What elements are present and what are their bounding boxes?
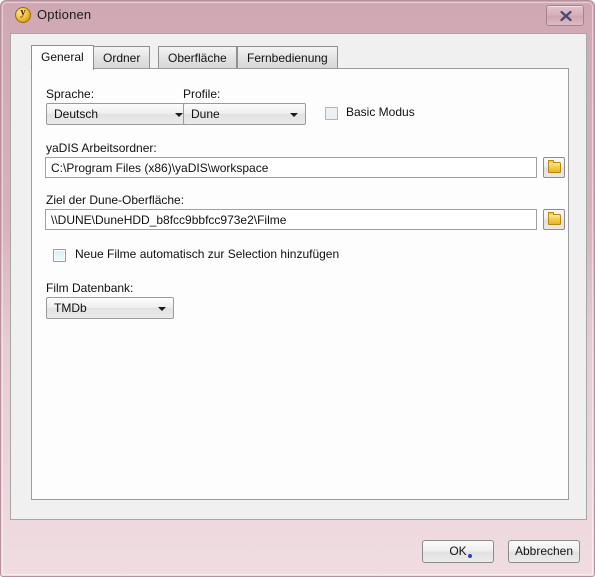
work-folder-input[interactable]: C:\Program Files (x86)\yaDIS\workspace (45, 157, 537, 178)
dune-target-label: Ziel der Dune-Oberfläche: (46, 193, 185, 207)
chevron-down-icon (175, 113, 183, 117)
app-coin-icon: y (15, 6, 31, 23)
tab-strip: General Ordner Oberfläche Fernbedienung (31, 45, 571, 70)
cancel-button[interactable]: Abbrechen (508, 540, 580, 563)
tab-oberflaeche[interactable]: Oberfläche (158, 46, 237, 69)
basic-mode-checkbox[interactable] (325, 107, 338, 120)
work-folder-browse-button[interactable] (543, 157, 565, 178)
chevron-down-icon (158, 307, 166, 311)
window-title: Optionen (37, 7, 92, 22)
mouse-cursor-dot (468, 554, 472, 558)
movie-db-label: Film Datenbank: (46, 281, 134, 295)
language-label: Sprache: (46, 87, 95, 101)
chevron-down-icon (290, 113, 298, 117)
ok-button-label: OK (449, 544, 467, 558)
app-icon-glyph: y (20, 6, 26, 18)
tab-general[interactable]: General (31, 45, 94, 70)
tab-fernbedienung[interactable]: Fernbedienung (237, 46, 338, 69)
folder-icon (548, 212, 561, 225)
ok-button[interactable]: OK (422, 540, 494, 563)
dune-target-input[interactable]: \\DUNE\DuneHDD_b8fcc9bbfcc973e2\Filme (45, 209, 537, 230)
tab-ordner[interactable]: Ordner (93, 46, 151, 69)
dune-target-value: \\DUNE\DuneHDD_b8fcc9bbfcc973e2\Filme (51, 213, 287, 227)
movie-db-select[interactable]: TMDb (46, 297, 174, 319)
work-folder-value: C:\Program Files (x86)\yaDIS\workspace (51, 161, 269, 175)
options-dialog-window: y Optionen General Ordner Oberfläche Fer… (0, 0, 595, 577)
language-select[interactable]: Deutsch (46, 103, 191, 125)
close-icon (560, 10, 572, 22)
profile-label: Profile: (183, 87, 221, 101)
work-folder-label: yaDIS Arbeitsordner: (46, 141, 157, 155)
title-bar: y Optionen (1, 1, 595, 31)
folder-icon (548, 160, 561, 173)
tab-panel-general: Sprache: Deutsch Profile: Dune Basic Mod… (31, 68, 569, 500)
profile-value: Dune (191, 107, 220, 121)
basic-mode-label: Basic Modus (346, 105, 415, 119)
profile-select[interactable]: Dune (183, 103, 306, 125)
language-value: Deutsch (54, 107, 99, 121)
auto-add-checkbox[interactable] (53, 249, 66, 262)
movie-db-value: TMDb (54, 301, 87, 315)
dune-target-browse-button[interactable] (543, 209, 565, 230)
auto-add-label: Neue Filme automatisch zur Selection hin… (75, 247, 340, 261)
dialog-client-area: General Ordner Oberfläche Fernbedienung … (10, 33, 587, 563)
close-button[interactable] (546, 5, 584, 26)
